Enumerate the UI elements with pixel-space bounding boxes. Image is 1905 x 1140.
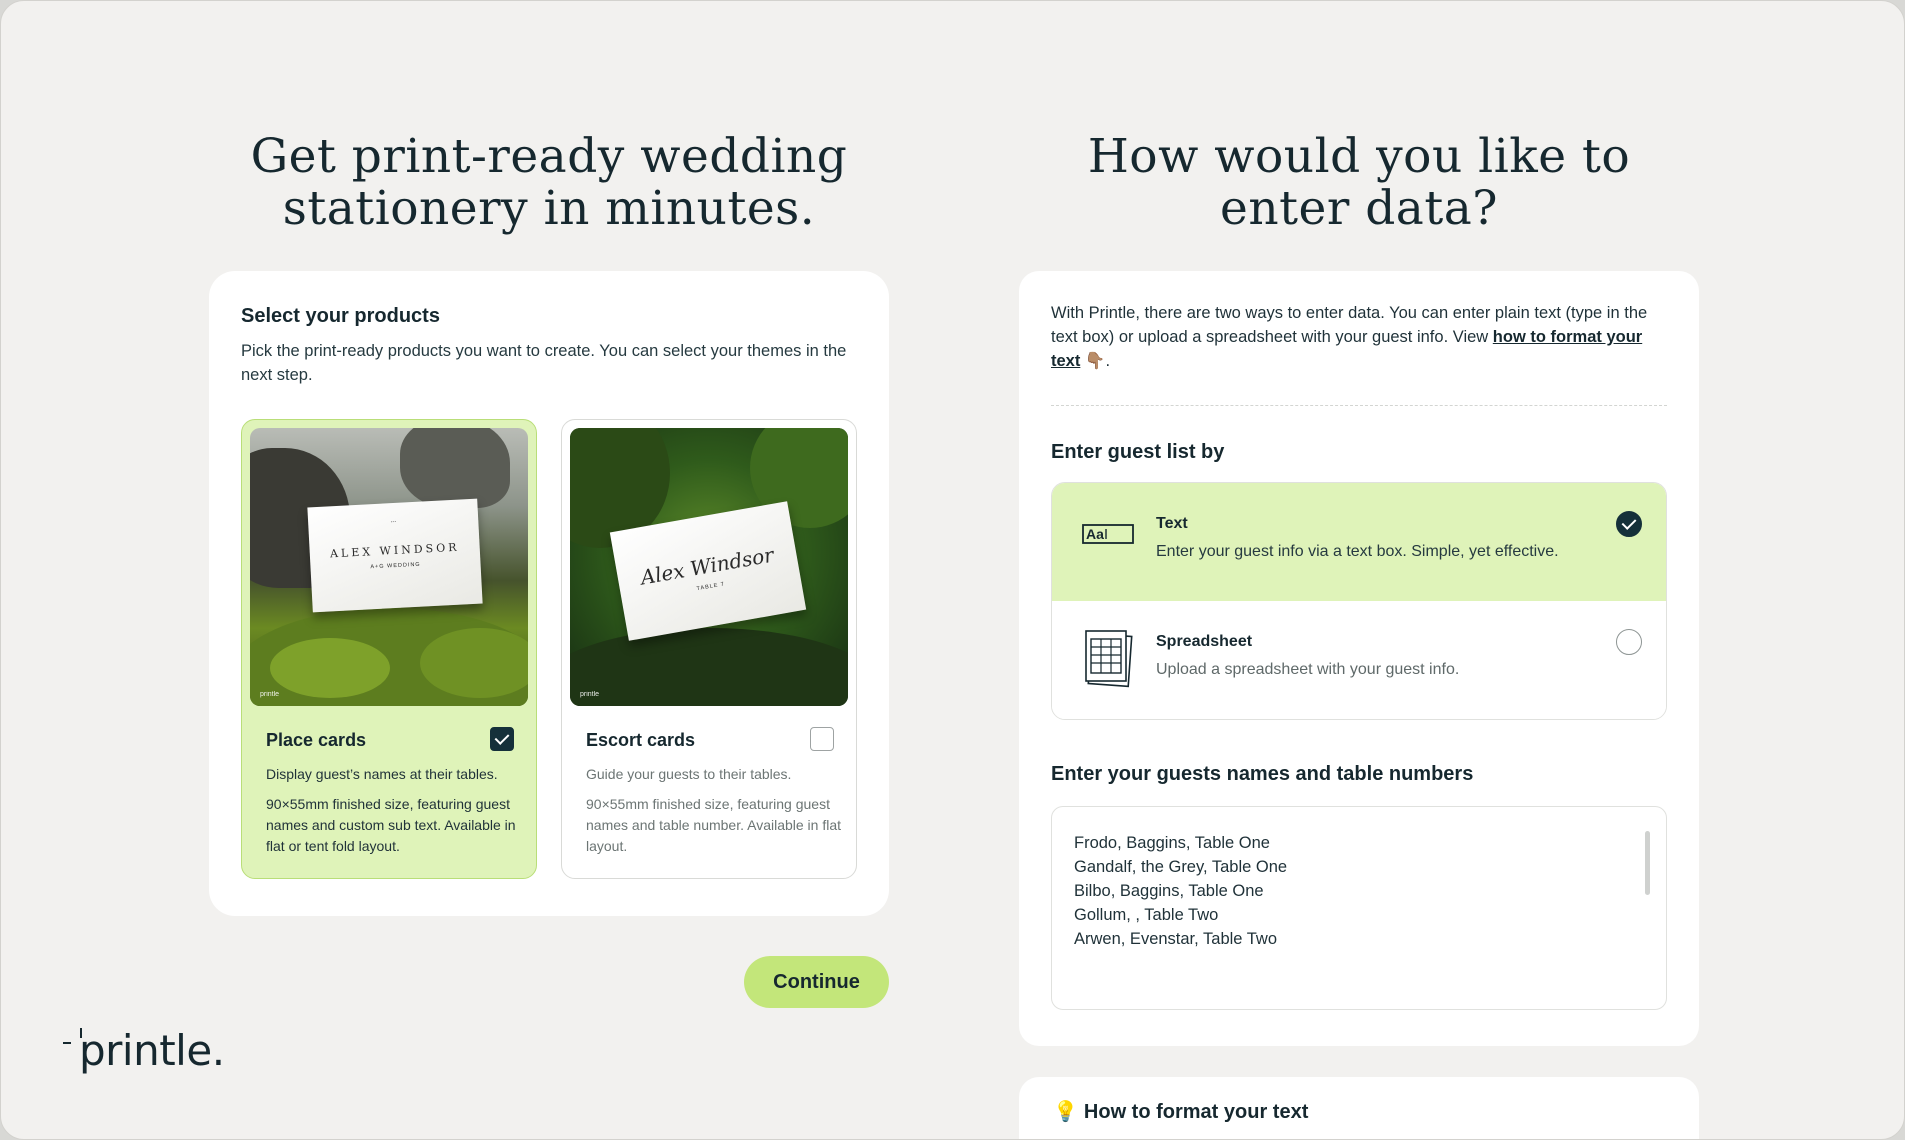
place-card-photo: ... ALEX WINDSOR A+G WEDDING printle [250, 428, 528, 706]
products-card: Select your products Pick the print-read… [209, 271, 889, 916]
textarea-scrollbar[interactable] [1645, 831, 1650, 895]
spreadsheet-option-radio[interactable] [1616, 629, 1642, 655]
product-description: Guide your guests to their tables. [586, 766, 792, 782]
svg-text:Aa: Aa [1086, 526, 1104, 542]
continue-button[interactable]: Continue [744, 956, 889, 1008]
format-help-title[interactable]: 💡 How to format your text [1053, 1099, 1308, 1124]
guest-line: Arwen, Evenstar, Table Two [1074, 930, 1278, 948]
option-title: Text [1156, 515, 1188, 532]
entry-method-options: Aa Text Enter your guest info via a text… [1051, 482, 1667, 720]
text-field-icon: Aa [1082, 523, 1134, 550]
place-cards-checkbox[interactable] [490, 727, 514, 751]
intro-text: With Printle, there are two ways to ente… [1051, 304, 1648, 370]
option-spreadsheet[interactable]: Spreadsheet Upload a spreadsheet with yo… [1052, 601, 1666, 719]
product-tile-escort-cards[interactable]: Alex Windsor TABLE 7 printle Escort card… [561, 419, 857, 879]
option-description: Enter your guest info via a text box. Si… [1156, 543, 1559, 560]
printle-logo: printle. [63, 1026, 225, 1075]
product-name: Escort cards [586, 730, 696, 750]
guest-line: Gollum, , Table Two [1074, 906, 1219, 924]
escort-card-photo: Alex Windsor TABLE 7 printle [570, 428, 848, 706]
products-subtitle: Pick the print-ready products you want t… [241, 342, 847, 384]
product-spec: 90×55mm finished size, featuring guest n… [586, 796, 842, 854]
option-title: Spreadsheet [1156, 633, 1253, 650]
text-option-radio[interactable] [1616, 511, 1642, 537]
escort-cards-checkbox[interactable] [810, 727, 834, 751]
guest-line: Frodo, Baggins, Table One [1074, 834, 1270, 852]
place-card-mockup: ... ALEX WINDSOR A+G WEDDING [307, 498, 483, 613]
guest-line: Gandalf, the Grey, Table One [1074, 858, 1288, 876]
page-headline: Get print-ready wedding stationery in mi… [250, 129, 848, 236]
spreadsheet-icon [1082, 627, 1136, 694]
product-name: Place cards [266, 730, 367, 750]
option-description: Upload a spreadsheet with your guest inf… [1156, 661, 1460, 678]
product-tile-place-cards[interactable]: ... ALEX WINDSOR A+G WEDDING printle Pla… [241, 419, 537, 879]
photo-watermark: printle [580, 691, 600, 698]
option-text[interactable]: Aa Text Enter your guest info via a text… [1052, 483, 1666, 601]
products-title: Select your products [241, 305, 440, 327]
product-description: Display guest’s names at their tables. [266, 766, 498, 782]
format-help-card: 💡 How to format your text [1019, 1077, 1699, 1139]
photo-watermark: printle [260, 691, 280, 698]
entry-method-title: Enter guest list by [1051, 441, 1225, 463]
guests-textarea[interactable]: Frodo, Baggins, Table One Gandalf, the G… [1051, 806, 1667, 1010]
guests-title: Enter your guests names and table number… [1051, 763, 1474, 785]
lightbulb-icon: 💡 [1053, 1101, 1078, 1123]
data-entry-headline: How would you like to enter data? [1087, 129, 1631, 236]
guest-line: Bilbo, Baggins, Table One [1074, 882, 1264, 900]
product-spec: 90×55mm finished size, featuring guest n… [266, 796, 516, 854]
divider [1051, 405, 1667, 406]
app-frame: Get print-ready wedding stationery in mi… [0, 0, 1905, 1140]
data-entry-card: With Printle, there are two ways to ente… [1019, 271, 1699, 1046]
